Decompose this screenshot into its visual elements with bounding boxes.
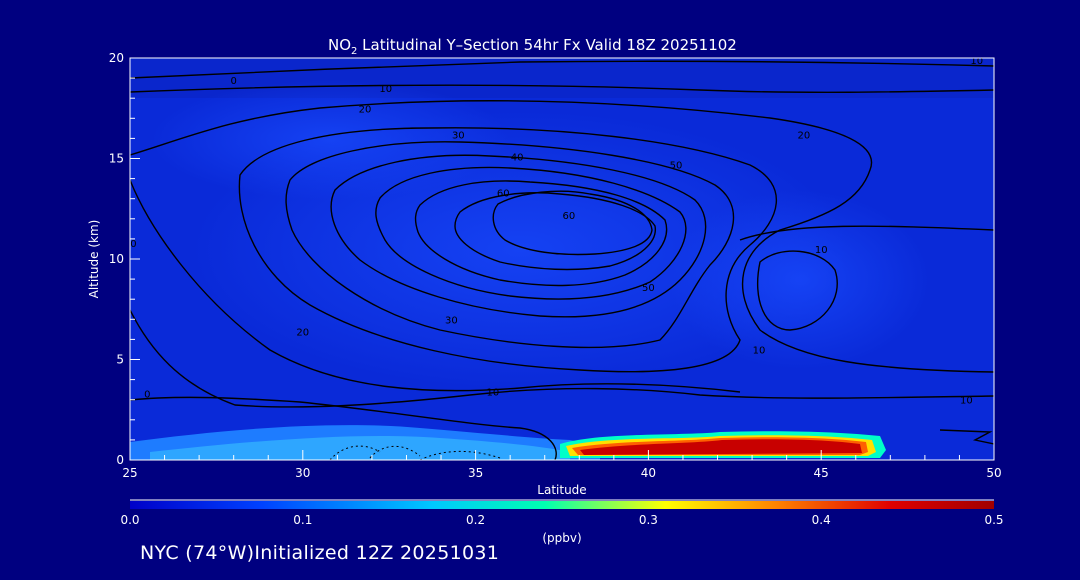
y-tick-label: 0 (116, 453, 124, 467)
colorbar (130, 501, 994, 509)
contour-label: 10 (753, 345, 766, 356)
colorbar-tick-label: 0.3 (639, 513, 658, 527)
colorbar-tick-label: 0.1 (293, 513, 312, 527)
contour-label: 0 (144, 390, 150, 401)
y-tick-label: 15 (109, 152, 124, 166)
contour-label: 40 (511, 152, 524, 163)
chart-title: NO2 Latitudinal Y–Section 54hr Fx Valid … (328, 36, 737, 57)
y-tick-label: 5 (116, 353, 124, 367)
contour-label: 10 (960, 396, 973, 407)
contour-label: 10 (487, 388, 500, 399)
x-tick-label: 30 (295, 466, 310, 480)
colorbar-tick-label: 0.2 (466, 513, 485, 527)
x-tick-label: 25 (122, 466, 137, 480)
contour-label: 0 (130, 239, 136, 250)
colorbar-tick-label: 0.0 (120, 513, 139, 527)
colorbar-tick-label: 0.5 (984, 513, 1003, 527)
contour-label: 20 (359, 104, 372, 115)
x-tick-label: 35 (468, 466, 483, 480)
y-tick-label: 10 (109, 252, 124, 266)
contour-label: 10 (379, 84, 392, 95)
colorbar-label: (ppbv) (542, 531, 581, 545)
contour-label: 10 (815, 245, 828, 256)
contour-label: 50 (670, 161, 683, 172)
footer-caption: NYC (74°W)Initialized 12Z 20251031 (140, 542, 500, 564)
chart-stage: NO2 Latitudinal Y–Section 54hr Fx Valid … (0, 0, 1080, 576)
contour-label: 60 (497, 189, 510, 200)
y-axis-label: Altitude (km) (87, 220, 101, 299)
cross-section-chart: NO2 Latitudinal Y–Section 54hr Fx Valid … (87, 36, 1004, 545)
contour-label: 50 (642, 283, 655, 294)
contour-label: 60 (563, 211, 576, 222)
x-tick-label: 45 (814, 466, 829, 480)
contour-label: 30 (445, 315, 458, 326)
x-axis-label: Latitude (537, 483, 586, 497)
colorbar-tick-label: 0.4 (812, 513, 831, 527)
contour-label: 20 (296, 327, 309, 338)
contour-label: 20 (798, 130, 811, 141)
x-tick-label: 40 (641, 466, 656, 480)
contour-label: 0 (230, 76, 236, 87)
contour-label: 30 (452, 130, 465, 141)
y-tick-label: 20 (109, 51, 124, 65)
colorbar-ticks: 0.0 0.1 0.2 0.3 0.4 0.5 (120, 513, 1003, 527)
x-tick-label: 50 (986, 466, 1001, 480)
